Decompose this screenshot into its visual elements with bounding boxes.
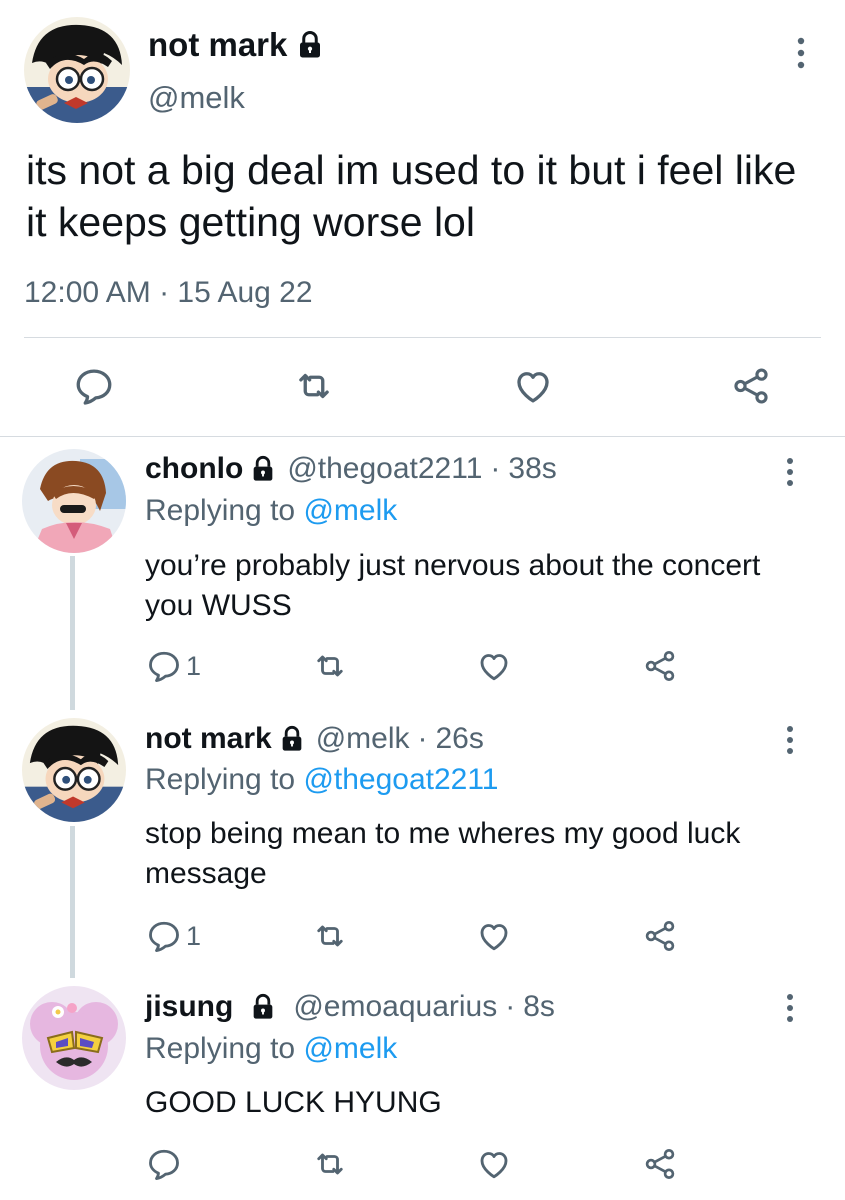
reply-avatar-chonlo[interactable] [22,449,126,553]
like-icon[interactable] [476,1146,512,1182]
like-icon[interactable] [512,365,554,407]
reply-icon[interactable] [146,1146,182,1182]
replying-to-mention[interactable]: @melk [303,1032,397,1065]
thread-line [70,556,75,710]
separator-dot: · [505,990,516,1023]
reply-time[interactable]: 8s [523,990,555,1024]
replying-to-mention[interactable]: @thegoat2211 [303,763,498,796]
reply-avatar-jisung[interactable] [22,986,126,1090]
reply-count: 1 [186,651,202,681]
share-icon[interactable] [730,365,772,407]
replying-to: Replying to @melk [145,494,397,528]
reply-text: GOOD LUCK HYUNG [145,1086,442,1119]
more-options-icon[interactable] [775,991,805,1025]
reply-header: jisung @emoaquarius · 8s [145,990,555,1024]
retweet-icon[interactable] [312,918,348,954]
reply-author-handle[interactable]: @melk [316,722,410,756]
more-options-icon[interactable] [775,723,805,757]
reply-time[interactable]: 38s [508,452,556,486]
reply-author-name[interactable]: chonlo [145,452,243,486]
replying-to: Replying to @melk [145,1032,397,1066]
divider [0,436,845,437]
like-icon[interactable] [476,918,512,954]
replying-to-prefix: Replying to [145,763,296,796]
replying-to-prefix: Replying to [145,494,296,527]
reply-author-handle[interactable]: @thegoat2211 [287,452,482,486]
reply-time[interactable]: 26s [436,722,484,756]
divider [24,337,821,338]
main-author-avatar[interactable] [24,17,130,123]
reply-author-name[interactable]: jisung [145,990,233,1024]
reply-count: 1 [186,921,202,951]
retweet-icon[interactable] [312,648,348,684]
reply-header: not mark @melk · 26s [145,722,484,756]
separator-dot: · [417,722,428,755]
share-icon[interactable] [642,918,678,954]
reply-header: chonlo @thegoat2211 · 38s [145,452,557,486]
main-author-name[interactable]: not mark [148,26,325,64]
lock-icon [278,725,306,753]
replying-to-mention[interactable]: @melk [303,494,397,527]
separator-dot: · [490,452,501,485]
main-author-handle[interactable]: @melk [148,80,245,116]
reply-icon[interactable] [73,365,115,407]
reply-text: you’re probably just nervous about the c… [145,549,761,622]
reply-text: stop being mean to me wheres my good luc… [145,817,741,890]
replying-to-prefix: Replying to [145,1032,296,1065]
lock-icon [249,455,277,483]
retweet-icon[interactable] [293,365,335,407]
reply-author-name[interactable]: not mark [145,722,272,756]
replying-to: Replying to @thegoat2211 [145,763,499,797]
lock-icon [249,993,277,1021]
reply-avatar-not-mark[interactable] [22,718,126,822]
more-options-icon[interactable] [775,455,805,489]
main-author-name-text[interactable]: not mark [148,26,287,64]
retweet-icon[interactable] [312,1146,348,1182]
main-tweet-text: its not a big deal im used to it but i f… [26,147,797,245]
like-icon[interactable] [476,648,512,684]
share-icon[interactable] [642,1146,678,1182]
lock-icon [295,30,325,60]
share-icon[interactable] [642,648,678,684]
reply-author-handle[interactable]: @emoaquarius [293,990,497,1024]
reply-icon[interactable] [146,648,182,684]
reply-icon[interactable] [146,918,182,954]
thread-line [70,826,75,978]
main-tweet-timestamp[interactable]: 12:00 AM · 15 Aug 22 [24,276,313,310]
more-options-icon[interactable] [784,36,818,70]
